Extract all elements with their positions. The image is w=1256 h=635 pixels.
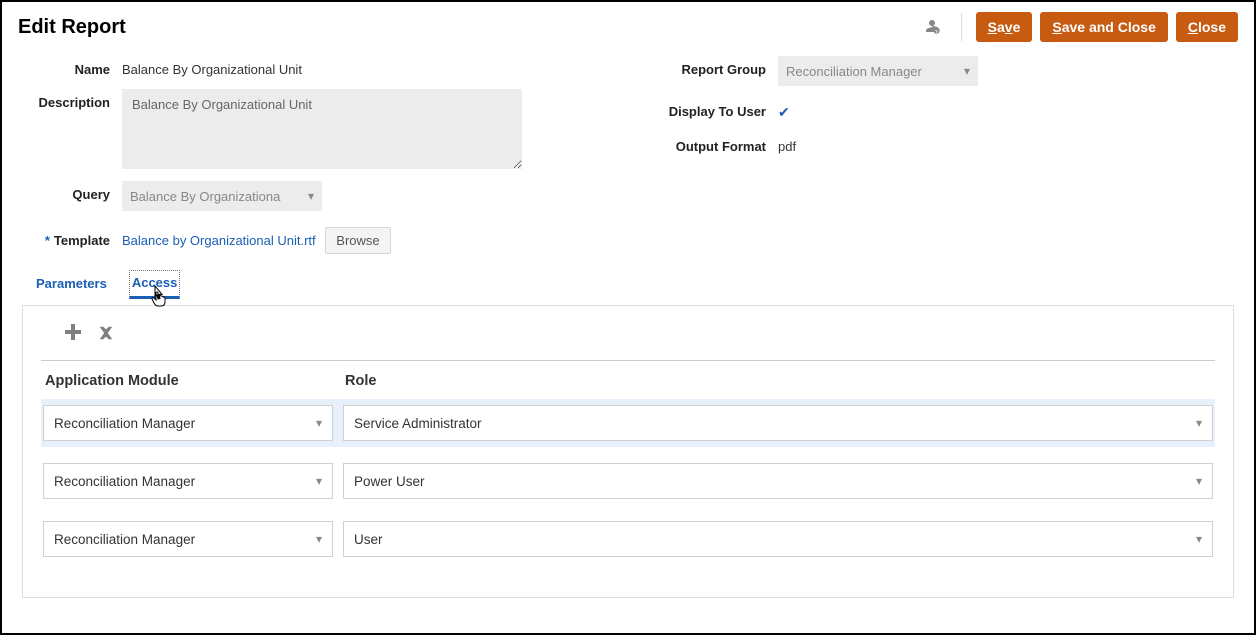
report-group-select[interactable]: Reconciliation Manager ▾ xyxy=(778,56,978,86)
role-select[interactable]: Service Administrator ▾ xyxy=(343,405,1213,441)
browse-button[interactable]: Browse xyxy=(325,227,390,254)
report-group-value: Reconciliation Manager xyxy=(786,64,922,79)
save-and-close-button[interactable]: Save and Close xyxy=(1040,12,1168,42)
table-row[interactable]: Reconciliation Manager ▾ User ▾ xyxy=(41,515,1215,563)
column-header-role: Role xyxy=(345,373,1215,389)
display-to-user-label: Display To User xyxy=(648,98,778,119)
chevron-down-icon: ▾ xyxy=(1196,532,1202,546)
close-button[interactable]: Close xyxy=(1176,12,1238,42)
query-label: Query xyxy=(22,181,122,202)
module-select[interactable]: Reconciliation Manager ▾ xyxy=(43,405,333,441)
table-row[interactable]: Reconciliation Manager ▾ Service Adminis… xyxy=(41,399,1215,447)
module-select[interactable]: Reconciliation Manager ▾ xyxy=(43,521,333,557)
chevron-down-icon: ▾ xyxy=(308,189,314,203)
chevron-down-icon: ▾ xyxy=(316,532,322,546)
output-format-value: pdf xyxy=(778,133,1234,154)
save-button[interactable]: Save xyxy=(976,12,1033,42)
table-row[interactable]: Reconciliation Manager ▾ Power User ▾ xyxy=(41,457,1215,505)
template-label: Template xyxy=(54,233,110,248)
chevron-down-icon: ▾ xyxy=(316,474,322,488)
name-label: Name xyxy=(22,56,122,77)
chevron-down-icon: ▾ xyxy=(316,416,322,430)
role-select[interactable]: Power User ▾ xyxy=(343,463,1213,499)
template-label-wrap: * Template xyxy=(22,229,122,248)
template-file-link[interactable]: Balance by Organizational Unit.rtf xyxy=(122,233,316,248)
tab-parameters[interactable]: Parameters xyxy=(34,272,109,297)
svg-text:?: ? xyxy=(935,28,938,34)
chevron-down-icon: ▾ xyxy=(1196,474,1202,488)
name-value: Balance By Organizational Unit xyxy=(122,56,608,77)
output-format-label: Output Format xyxy=(648,133,778,154)
role-select-value: Service Administrator xyxy=(354,416,482,431)
module-select-value: Reconciliation Manager xyxy=(54,474,195,489)
module-select-value: Reconciliation Manager xyxy=(54,532,195,547)
description-input[interactable] xyxy=(122,89,522,169)
query-select-value: Balance By Organizationa xyxy=(130,189,285,204)
tab-access[interactable]: Access xyxy=(129,270,181,299)
report-group-label: Report Group xyxy=(648,56,778,77)
description-label: Description xyxy=(22,89,122,110)
add-row-button[interactable] xyxy=(63,322,83,348)
chevron-down-icon: ▾ xyxy=(1196,416,1202,430)
module-select-value: Reconciliation Manager xyxy=(54,416,195,431)
query-select[interactable]: Balance By Organizationa ▾ xyxy=(122,181,322,211)
required-star-icon: * xyxy=(45,233,50,248)
module-select[interactable]: Reconciliation Manager ▾ xyxy=(43,463,333,499)
page-title: Edit Report xyxy=(18,16,923,39)
role-select-value: User xyxy=(354,532,383,547)
column-header-module: Application Module xyxy=(45,373,345,389)
access-panel: Application Module Role Reconciliation M… xyxy=(22,305,1234,598)
chevron-down-icon: ▾ xyxy=(964,64,970,78)
separator xyxy=(961,13,962,41)
role-select-value: Power User xyxy=(354,474,425,489)
divider xyxy=(41,360,1215,361)
delete-row-button[interactable] xyxy=(97,322,115,348)
user-info-icon: ? xyxy=(923,17,941,38)
checkmark-icon: ✔ xyxy=(778,104,790,120)
role-select[interactable]: User ▾ xyxy=(343,521,1213,557)
